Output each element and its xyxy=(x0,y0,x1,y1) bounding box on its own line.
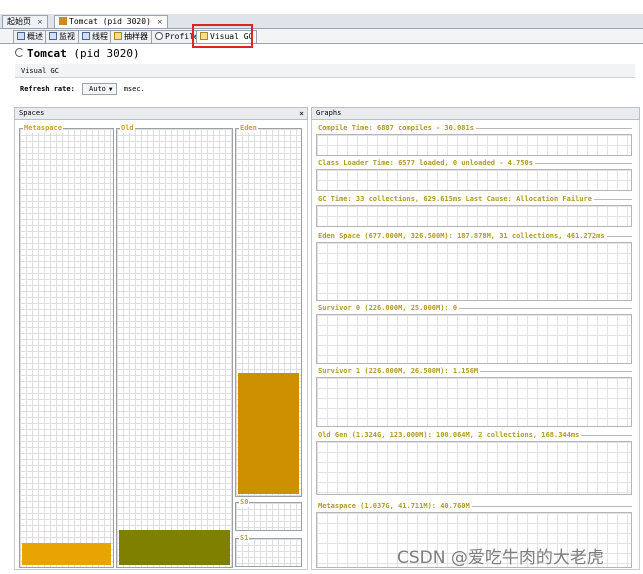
profiler-icon xyxy=(155,32,163,40)
coffee-cup-icon xyxy=(59,17,67,25)
space-label: S0 xyxy=(239,498,250,507)
tab-label: Tomcat (pid 3020) xyxy=(69,17,151,26)
graphs-panel-header: Graphs xyxy=(311,107,640,120)
close-icon[interactable]: × xyxy=(299,108,304,119)
sampler-icon xyxy=(114,32,122,40)
class-loader-time-title: Class Loader Time: 6577 loaded, 0 unload… xyxy=(318,159,632,168)
refresh-rate-label: Refresh rate: xyxy=(20,85,75,93)
old-space: Old xyxy=(116,124,233,568)
close-icon[interactable]: × xyxy=(157,18,163,26)
survivor-1-title: Survivor 1 (226.000M, 26.500M): 1.156M xyxy=(318,367,632,376)
space-label: S1 xyxy=(239,534,250,543)
space-label: Metaspace xyxy=(23,124,63,133)
space-label: Eden xyxy=(239,124,258,133)
survivor-1-space: S1 xyxy=(235,534,302,567)
eden-space: Eden xyxy=(235,124,302,497)
gc-time-title: GC Time: 33 collections, 629.615ms Last … xyxy=(318,195,632,204)
tab-label: 监视 xyxy=(59,32,75,41)
start-page-tab[interactable]: 起始页 × xyxy=(2,15,48,28)
refresh-rate-select[interactable]: Auto ▼ xyxy=(82,83,117,95)
tab-sampler[interactable]: 抽样器 xyxy=(110,30,152,43)
tab-label: 抽样器 xyxy=(124,32,148,41)
old-usage-fill xyxy=(119,529,230,565)
title-pid: (pid 3020) xyxy=(66,47,140,60)
refresh-rate-unit: msec. xyxy=(123,85,145,93)
monitor-icon xyxy=(49,32,57,40)
old-gen-graph xyxy=(316,441,632,495)
close-icon[interactable]: × xyxy=(37,18,43,26)
chevron-down-icon: ▼ xyxy=(108,86,113,93)
panel-title: Spaces xyxy=(19,109,45,117)
tab-label: 线程 xyxy=(92,32,108,41)
survivor-0-graph xyxy=(316,314,632,364)
page-title: Tomcat (pid 3020) xyxy=(15,47,140,60)
refresh-icon xyxy=(15,48,24,57)
tab-overview[interactable]: 概述 xyxy=(13,30,47,43)
survivor-0-space: S0 xyxy=(235,498,302,531)
tab-monitor[interactable]: 监视 xyxy=(45,30,79,43)
document-tab-bar: 起始页 × Tomcat (pid 3020) × xyxy=(0,14,643,29)
eden-space-title: Eden Space (677.000M, 326.500M): 187.878… xyxy=(318,232,632,241)
watermark: CSDN @爱吃牛肉的大老虎 xyxy=(397,548,604,568)
refresh-rate-row: Refresh rate: Auto ▼ msec. xyxy=(20,83,145,95)
eden-space-graph xyxy=(316,242,632,301)
eden-usage-fill xyxy=(238,372,299,494)
space-label: Old xyxy=(120,124,135,133)
old-gen-title: Old Gen (1.324G, 123.000M): 100.064M, 2 … xyxy=(318,431,632,440)
highlight-annotation xyxy=(192,24,253,48)
metaspace-title: Metaspace (1.037G, 41.711M): 40.760M xyxy=(318,502,632,511)
panel-title: Graphs xyxy=(316,109,342,117)
tab-label: 概述 xyxy=(27,32,43,41)
tomcat-tab[interactable]: Tomcat (pid 3020) × xyxy=(54,15,168,28)
threads-icon xyxy=(82,32,90,40)
metaspace-space: Metaspace xyxy=(19,124,114,568)
class-loader-time-graph xyxy=(316,169,632,191)
compile-time-title: Compile Time: 6887 compiles - 30.081s xyxy=(318,124,632,133)
survivor-1-graph xyxy=(316,377,632,427)
overview-icon xyxy=(17,32,25,40)
select-value: Auto xyxy=(89,85,106,93)
title-app-name: Tomcat xyxy=(27,47,67,60)
tab-label: 起始页 xyxy=(7,17,31,26)
compile-time-graph xyxy=(316,134,632,156)
gc-time-graph xyxy=(316,205,632,227)
spaces-panel-header: Spaces × xyxy=(14,107,308,120)
tab-threads[interactable]: 线程 xyxy=(78,30,112,43)
view-tab-bar: 概述 监视 线程 抽样器 Profiler Visual GC xyxy=(0,29,643,44)
section-header: Visual GC xyxy=(15,64,635,78)
survivor-0-title: Survivor 0 (226.000M, 25.000M): 0 xyxy=(318,304,632,313)
metaspace-usage-fill xyxy=(22,543,111,565)
